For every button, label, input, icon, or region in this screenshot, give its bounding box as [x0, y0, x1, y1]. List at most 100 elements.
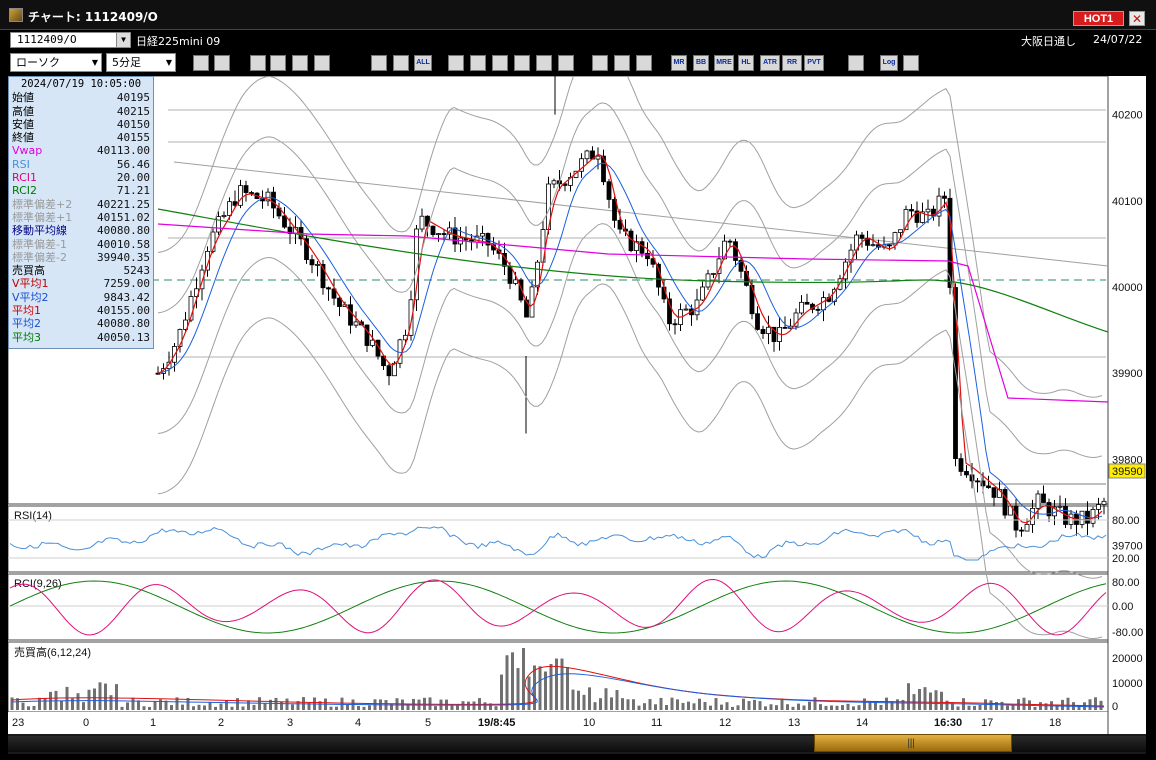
candle-body [227, 201, 232, 216]
right-edge [1146, 76, 1156, 760]
toolbar-text-button[interactable]: BB [693, 55, 709, 71]
scrollbar-thumb[interactable]: ||| [814, 734, 1012, 752]
volume-bar [725, 702, 729, 710]
volume-bar [665, 705, 668, 710]
volume-bar [841, 705, 844, 710]
volume-bar [1066, 697, 1070, 710]
volume-bar [511, 652, 514, 710]
time-axis-label: 3 [287, 717, 293, 729]
symbol-code-select[interactable]: 1112409/O ▼ [10, 32, 131, 48]
time-axis-label: 16:30 [934, 717, 962, 729]
pattern-icon[interactable] [592, 55, 608, 71]
volume-bar [1011, 705, 1015, 710]
volume-bar [934, 690, 938, 710]
volume-bar [38, 697, 41, 710]
candle-body [859, 234, 865, 239]
chart-canvas[interactable]: 4040040300402004010040000399003980039700… [8, 76, 1146, 734]
wrench-icon[interactable] [614, 55, 630, 71]
info-key: 標準偏差-2 [12, 250, 67, 264]
time-axis-label: 19/8:45 [478, 717, 515, 729]
volume-bar [599, 698, 602, 710]
palette-icon[interactable] [636, 55, 652, 71]
info-value: 40080.80 [97, 224, 150, 238]
time-scrollbar[interactable]: ||| [8, 734, 1146, 754]
chart-type-select[interactable]: ローソク ▼ [10, 53, 102, 72]
volume-bar [577, 690, 580, 710]
toolbar-text-button[interactable]: MR [671, 55, 687, 71]
cross-icon[interactable] [292, 55, 308, 71]
candle-body [645, 252, 650, 260]
blank-icon[interactable] [314, 55, 330, 71]
exit-icon[interactable] [903, 55, 919, 71]
window-icon[interactable] [848, 55, 864, 71]
toolbar-text-button[interactable]: MRE [714, 55, 734, 71]
close-button[interactable]: ✕ [1129, 11, 1145, 26]
candle-body [584, 150, 590, 160]
find-icon[interactable] [270, 55, 286, 71]
info-value: 40113.00 [97, 144, 150, 158]
candle-body [744, 270, 749, 286]
interval-select[interactable]: 5分足 ▼ [106, 53, 176, 72]
volume-bar [159, 699, 162, 710]
candle-body [370, 339, 375, 346]
volume-bar [978, 704, 982, 710]
toolbar-text-button[interactable]: ATR [760, 55, 780, 71]
trendline-icon[interactable] [448, 55, 464, 71]
info-row: 標準偏差+2 40221.25 [12, 198, 150, 211]
info-key: RCI1 [12, 171, 38, 185]
draw-icon[interactable] [470, 55, 486, 71]
candle-body [1096, 504, 1101, 510]
info-key: V平均1 [12, 277, 49, 291]
info-value: 40221.25 [97, 197, 150, 211]
copy-icon[interactable] [536, 55, 552, 71]
volume-bar [907, 683, 910, 710]
volume-bar [76, 693, 80, 710]
chevron-down-icon[interactable]: ▼ [116, 33, 130, 47]
volume-bar [120, 706, 124, 710]
volume-bar [973, 705, 976, 710]
info-value: 40155 [116, 131, 150, 145]
toolbar-text-button[interactable]: PVT [804, 55, 824, 71]
candle-body [887, 244, 892, 247]
volume-bar [60, 700, 63, 710]
candle-body [348, 304, 353, 326]
toolbar-text-button[interactable]: ALL [414, 55, 432, 71]
volume-bar [93, 688, 96, 710]
volume-bar [769, 704, 773, 710]
data-date: 24/07/22 [1093, 33, 1143, 46]
volume-bar [291, 704, 294, 710]
toolbar-text-button[interactable]: RR [782, 55, 802, 71]
compare-icon[interactable] [250, 55, 266, 71]
cursor-icon[interactable] [492, 55, 508, 71]
toolbar-text-button[interactable]: HL [738, 55, 754, 71]
split-icon[interactable] [214, 55, 230, 71]
volume-bar [181, 704, 184, 710]
chart-toolbar: ローソク ▼ 5分足 ▼ ALL MR BB MRE HL ATR RR PVT Log [0, 50, 1156, 75]
candle-body [386, 365, 392, 377]
candle-body [1101, 500, 1107, 505]
time-axis-label: 23 [12, 717, 24, 729]
volume-bar [214, 706, 217, 710]
toolbar-text-button[interactable]: Log [880, 55, 898, 71]
volume-bar [626, 699, 630, 710]
volume-bar [896, 699, 899, 710]
chart-area[interactable]: 4040040300402004010040000399003980039700… [8, 76, 1146, 734]
candle-down-icon[interactable] [393, 55, 409, 71]
arrow-icon[interactable] [514, 55, 530, 71]
candle-up-icon[interactable] [371, 55, 387, 71]
time-axis-label: 13 [788, 717, 800, 729]
zoom-icon[interactable] [193, 55, 209, 71]
hot-button[interactable]: HOT1 [1073, 11, 1124, 26]
volume-bar [852, 706, 855, 710]
volume-bar [494, 706, 498, 710]
candle-body [419, 215, 425, 230]
volume-bar [835, 705, 839, 710]
candle-body [799, 301, 804, 314]
rci-axis-tick: 80.00 [1112, 577, 1140, 589]
volume-bar [791, 706, 795, 710]
candle-body [1019, 529, 1024, 532]
trash-icon[interactable] [558, 55, 574, 71]
volume-bar [610, 697, 613, 710]
info-key: 平均1 [12, 304, 41, 318]
volume-bar [456, 705, 459, 710]
